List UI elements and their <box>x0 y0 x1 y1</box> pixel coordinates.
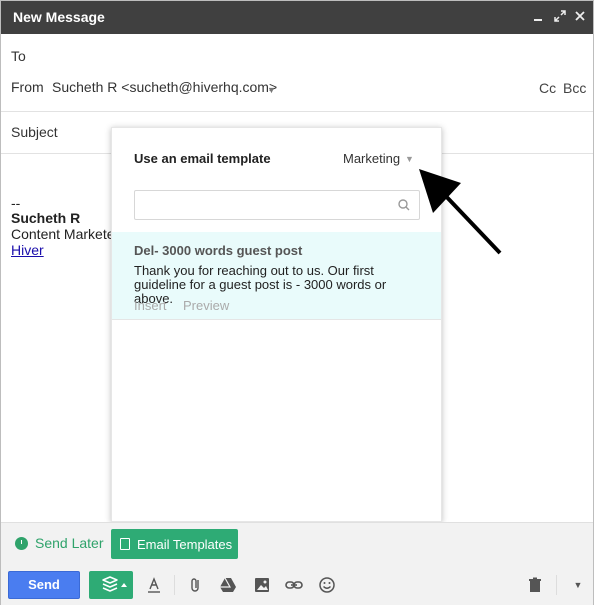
hiver-menu-button[interactable] <box>89 571 133 599</box>
photo-icon[interactable] <box>252 575 272 595</box>
drive-icon[interactable] <box>218 575 238 595</box>
template-popup: Use an email template Marketing ▼ Del- 3… <box>111 127 442 522</box>
send-later-button[interactable]: Send Later <box>15 535 104 551</box>
signature-link[interactable]: Hiver <box>11 242 44 258</box>
toolbar-separator <box>556 575 557 595</box>
preview-link[interactable]: Preview <box>183 298 229 313</box>
toolbar-separator <box>174 575 175 595</box>
clock-icon <box>15 537 28 550</box>
from-divider <box>1 111 593 112</box>
annotation-arrow-category <box>419 169 502 255</box>
template-search-input[interactable] <box>141 196 381 214</box>
from-value[interactable]: Sucheth R <sucheth@hiverhq.com> <box>52 79 277 95</box>
trash-icon[interactable] <box>525 575 545 595</box>
search-icon <box>397 198 411 212</box>
document-icon <box>120 538 130 550</box>
template-item-title: Del- 3000 words guest post <box>134 243 303 258</box>
formatting-icon[interactable] <box>144 575 164 595</box>
hiver-bar: Send Later Email Templates <box>1 522 593 565</box>
expand-icon[interactable] <box>552 8 568 24</box>
bcc-link[interactable]: Bcc <box>563 80 586 96</box>
cc-link[interactable]: Cc <box>539 80 556 96</box>
compose-window: New Message To From Sucheth R <sucheth@h… <box>0 0 594 605</box>
from-label: From <box>11 79 44 95</box>
compose-toolbar: Send ▼ <box>1 565 593 605</box>
signature-dashes: -- <box>11 195 21 211</box>
emoji-icon[interactable] <box>317 575 337 595</box>
send-button[interactable]: Send <box>8 571 80 599</box>
to-label[interactable]: To <box>11 48 26 64</box>
minimize-icon[interactable] <box>530 8 546 24</box>
close-icon[interactable] <box>572 8 588 24</box>
email-templates-button[interactable]: Email Templates <box>111 529 238 559</box>
category-dropdown[interactable]: Marketing <box>343 151 400 166</box>
template-item[interactable]: Del- 3000 words guest post Thank you for… <box>112 232 441 320</box>
title-bar[interactable]: New Message <box>1 1 593 34</box>
subject-field[interactable]: Subject <box>11 124 58 140</box>
hiver-icon <box>102 576 127 592</box>
template-search[interactable] <box>134 190 420 220</box>
more-options-icon[interactable]: ▼ <box>568 575 588 595</box>
send-later-label: Send Later <box>35 535 104 551</box>
window-title: New Message <box>13 9 105 25</box>
signature-name: Sucheth R <box>11 210 81 226</box>
from-dropdown-icon[interactable]: ▼ <box>267 85 276 95</box>
popup-heading: Use an email template <box>134 151 271 166</box>
link-icon[interactable] <box>284 575 304 595</box>
email-templates-label: Email Templates <box>137 537 233 552</box>
insert-link[interactable]: Insert <box>134 298 167 313</box>
template-item-description: Thank you for reaching out to us. Our fi… <box>134 263 387 306</box>
signature-title: Content Marketer <box>11 226 120 242</box>
attach-icon[interactable] <box>186 575 206 595</box>
